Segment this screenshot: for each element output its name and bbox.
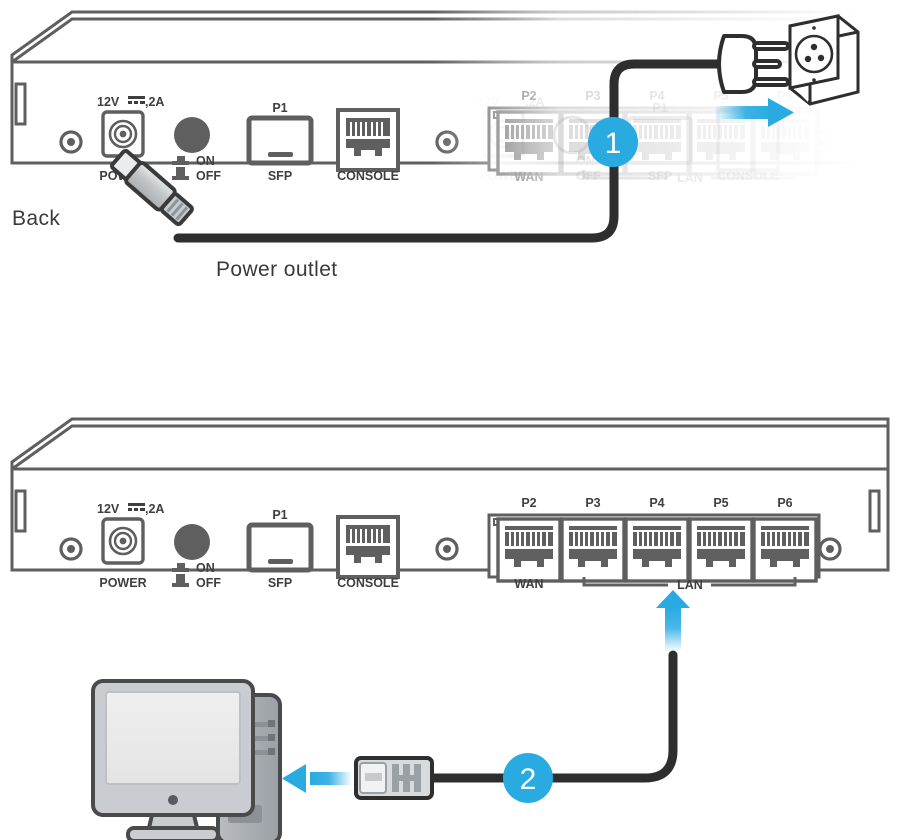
svg-text:12V: 12V [97, 502, 120, 516]
step-1-number: 1 [605, 127, 622, 160]
svg-text:ON: ON [196, 561, 215, 575]
svg-text:P6: P6 [777, 496, 792, 510]
back-label: Back [12, 207, 61, 230]
computer-icon [91, 679, 282, 840]
svg-text:LAN: LAN [677, 578, 703, 592]
svg-text:P4: P4 [649, 496, 664, 510]
svg-text:P3: P3 [585, 496, 600, 510]
svg-text:CONSOLE: CONSOLE [337, 576, 399, 590]
svg-text:POWER: POWER [99, 576, 146, 590]
step-1-badge: 1 [588, 117, 638, 167]
rj45-plug-icon [354, 756, 434, 800]
svg-text:P2: P2 [521, 496, 536, 510]
step1-cable-layer: 1 [110, 14, 860, 243]
svg-text:P5: P5 [713, 496, 728, 510]
svg-text:,2A: ,2A [145, 502, 164, 516]
ac-plug-icon [717, 34, 790, 94]
svg-text:P1: P1 [272, 508, 287, 522]
step1-direction-arrow [714, 98, 794, 127]
step2-direction-arrow [656, 590, 690, 652]
bottom-diagram-device: 12V ,2A POWER ON OFF P1 SFP CONSOLE P2 P… [10, 417, 890, 840]
step-2-badge: 2 [503, 753, 553, 803]
wall-outlet-icon [788, 14, 860, 106]
power-outlet-label: Power outlet [216, 258, 338, 281]
svg-text:OFF: OFF [196, 576, 221, 590]
step2-pc-arrow [282, 764, 352, 793]
svg-text:SFP: SFP [268, 576, 292, 590]
svg-text:WAN: WAN [514, 577, 543, 591]
step-2-number: 2 [520, 763, 537, 796]
diagram-canvas: 12V ,2A POWER ON O [0, 0, 900, 840]
